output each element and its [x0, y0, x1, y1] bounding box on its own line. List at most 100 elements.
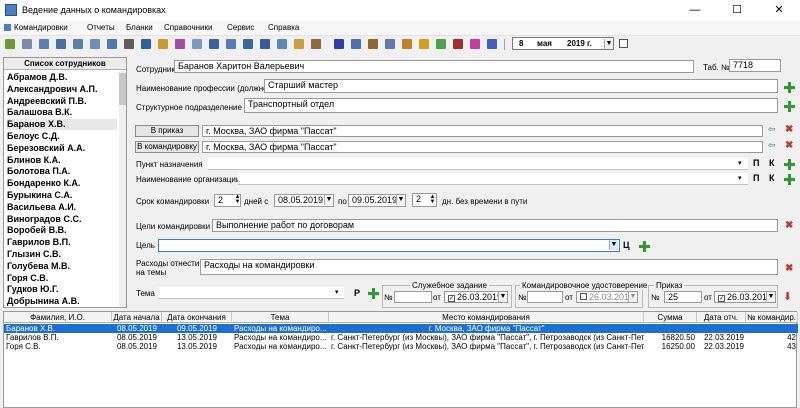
menu-servis[interactable]: Сервис — [227, 23, 254, 32]
employee-list-item[interactable]: Блинов К.А. — [7, 155, 117, 166]
close-button[interactable]: ✕ — [758, 0, 800, 21]
report-icon[interactable] — [56, 39, 66, 49]
chevron-down-icon[interactable]: ▾ — [335, 288, 339, 296]
edit-icon[interactable] — [175, 39, 185, 49]
certificate-date-checkbox[interactable] — [580, 293, 587, 300]
current-date-picker[interactable]: 8 мая 2019 г. ▼ — [512, 37, 614, 50]
employee-list-item[interactable]: Воробей В.В. — [7, 225, 117, 236]
employee-list-item[interactable]: Глызин С.В. — [7, 249, 117, 260]
docs-icon[interactable] — [260, 39, 270, 49]
chevron-down-icon[interactable]: ▾ — [738, 159, 742, 167]
folder-icon[interactable] — [402, 39, 412, 49]
organization-p-button[interactable]: П — [753, 173, 759, 183]
toolbar-checkbox[interactable] — [619, 39, 628, 48]
add-destination-icon[interactable] — [784, 159, 795, 170]
grid-icon[interactable] — [209, 39, 219, 49]
organization-k-button[interactable]: К — [769, 173, 775, 183]
employee-list-item[interactable]: Андреевский П.В. — [7, 96, 117, 107]
report2-icon[interactable] — [73, 39, 83, 49]
to-order-button[interactable]: В приказ — [135, 125, 199, 137]
order-place-field[interactable]: г. Москва, ЗАО фирма "Пассат" — [202, 125, 763, 137]
image-icon[interactable] — [470, 39, 480, 49]
menu-blanki[interactable]: Бланки — [126, 23, 153, 32]
profession-field[interactable]: Старший мастер — [264, 79, 778, 93]
arrow-left-icon[interactable]: ⇦ — [768, 124, 776, 135]
theme-select[interactable] — [158, 287, 344, 299]
bookmark-icon[interactable] — [158, 39, 168, 49]
table-column-header[interactable]: Дата начала — [112, 312, 162, 323]
table-icon[interactable] — [39, 39, 49, 49]
purpose-field[interactable]: Выполнение работ по договорам — [212, 219, 778, 232]
doc-icon[interactable] — [243, 39, 253, 49]
trip-place-field[interactable]: г. Москва, ЗАО фирма "Пассат" — [202, 141, 763, 153]
copy-icon[interactable] — [192, 39, 202, 49]
tools-icon[interactable] — [311, 39, 321, 49]
employee-list-item[interactable]: Бурыкина С.А. — [7, 190, 117, 201]
employee-list-scrollbar[interactable] — [119, 71, 126, 307]
table-row[interactable]: Гаврилов В.П. 08.05.2019 13.05.2019 Расходы… — [4, 333, 798, 342]
certificate-num-field[interactable] — [527, 291, 563, 303]
employee-list-item[interactable]: Бондаренко К.А. — [7, 178, 117, 189]
chevron-down-icon[interactable]: ▾ — [738, 174, 742, 182]
add-goal-icon[interactable] — [639, 241, 650, 252]
print-icon[interactable] — [124, 39, 134, 49]
add-organization-icon[interactable] — [784, 174, 795, 185]
save-icon[interactable] — [487, 39, 497, 49]
employee-list-item[interactable]: Васильева А.И. — [7, 202, 117, 213]
report3-icon[interactable] — [90, 39, 100, 49]
table-row[interactable]: Горя С.В. 08.05.2019 13.05.2019 Расходы на … — [4, 342, 798, 351]
goal-c-button[interactable]: Ц — [623, 240, 630, 250]
division-field[interactable]: Транспортный отдел — [244, 98, 778, 113]
lock-icon[interactable] — [419, 39, 429, 49]
chevron-down-icon[interactable]: ▼ — [609, 240, 618, 250]
check-icon[interactable]: ✓ — [448, 295, 455, 302]
employee-list-item[interactable]: Виноградов С.С. — [7, 214, 117, 225]
table-column-header[interactable]: Дата окончания — [162, 312, 232, 323]
filter-icon[interactable] — [107, 39, 117, 49]
menu-spravka[interactable]: Справка — [268, 23, 299, 32]
chart-icon[interactable] — [453, 39, 463, 49]
chevron-down-icon[interactable]: ▼ — [498, 292, 507, 302]
check-icon[interactable]: ✓ — [718, 295, 725, 302]
house-icon[interactable] — [368, 39, 378, 49]
list-icon[interactable] — [22, 39, 32, 49]
minimize-button[interactable]: — — [674, 0, 716, 21]
employee-list-item[interactable]: Гаврилов В.П. — [7, 237, 117, 248]
table-row[interactable]: Баранов Х.В. 08.05.2019 09.05.2019 Расходы … — [4, 324, 798, 333]
new-icon[interactable] — [5, 39, 15, 49]
destination-k-button[interactable]: К — [769, 158, 775, 168]
delete-icon[interactable]: ✖ — [785, 140, 793, 151]
employee-list-item[interactable]: Добрынина А.В. — [7, 296, 117, 307]
table-column-header[interactable]: Тема — [232, 312, 329, 323]
expenses-field[interactable]: Расходы на командировки — [200, 259, 778, 275]
employee-list-item[interactable]: Голубева М.В. — [7, 261, 117, 272]
scrollbar-thumb[interactable] — [119, 73, 126, 105]
menu-komandirovki[interactable]: Командировки — [14, 23, 68, 32]
tag-icon[interactable] — [141, 39, 151, 49]
destination-select[interactable] — [208, 158, 748, 170]
chevron-down-icon[interactable]: ▼ — [604, 39, 613, 49]
chevron-down-icon[interactable]: ▼ — [396, 195, 405, 205]
goal-select[interactable] — [158, 239, 620, 252]
delete-icon[interactable]: ✖ — [785, 263, 793, 274]
layers-icon[interactable] — [226, 39, 236, 49]
employee-list-item[interactable]: Горя С.В. — [7, 273, 117, 284]
delete-icon[interactable]: ✖ — [785, 124, 793, 135]
employee-list-item[interactable]: Березовский А.А. — [7, 143, 117, 154]
globe-icon[interactable] — [436, 39, 446, 49]
theme-r-button[interactable]: Р — [354, 288, 360, 298]
delete-icon[interactable]: ✖ — [785, 220, 793, 231]
order-num-field[interactable]: 25 — [664, 291, 702, 303]
table-column-header[interactable]: Фамилия, И.О. — [4, 312, 112, 323]
calc-icon[interactable] — [351, 39, 361, 49]
add-theme-icon[interactable] — [368, 288, 379, 299]
to-trip-button[interactable]: В командировку — [135, 141, 199, 153]
employee-list-item[interactable]: Балашова В.К. — [7, 107, 117, 118]
table-column-header[interactable]: № командир. — [746, 312, 798, 323]
chevron-down-icon[interactable]: ▼ — [766, 292, 775, 302]
service-task-num-field[interactable] — [394, 291, 432, 303]
chevron-down-icon[interactable]: ▼ — [324, 195, 333, 205]
add-profession-icon[interactable] — [784, 82, 795, 93]
table-column-header[interactable]: Сумма — [644, 312, 697, 323]
maximize-button[interactable]: ☐ — [716, 0, 758, 21]
